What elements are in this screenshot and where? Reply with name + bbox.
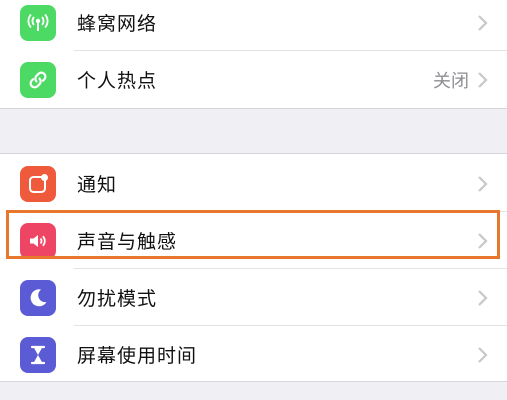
settings-row-notifications[interactable]: 通知 [0, 155, 507, 212]
chevron-right-icon [478, 232, 488, 249]
settings-row-label: 声音与触感 [77, 231, 178, 253]
settings-row-sounds-haptics[interactable]: 声音与触感 [0, 212, 507, 269]
settings-row-do-not-disturb[interactable]: 勿扰模式 [0, 269, 507, 326]
settings-row-label: 个人热点 [77, 70, 158, 92]
chevron-right-icon [478, 14, 488, 31]
settings-row-label: 屏幕使用时间 [77, 345, 198, 367]
settings-row-label: 蜂窝网络 [77, 13, 158, 35]
hourglass-icon [20, 336, 56, 373]
antenna-icon [20, 4, 56, 41]
chevron-right-icon [478, 175, 488, 192]
settings-row-hotspot[interactable]: 个人热点 关闭 [0, 51, 507, 108]
chevron-right-icon [478, 289, 488, 306]
chevron-right-icon [478, 346, 488, 363]
hotspot-status-value: 关闭 [433, 70, 469, 92]
chevron-right-icon [478, 71, 488, 88]
notifications-icon [20, 165, 56, 202]
moon-icon [20, 279, 56, 316]
settings-group-notifications: 通知 声音与触感 勿扰模式 屏幕使用时间 [0, 153, 507, 382]
settings-row-screen-time[interactable]: 屏幕使用时间 [0, 326, 507, 383]
settings-row-label: 通知 [77, 174, 118, 196]
speaker-icon [20, 222, 56, 259]
settings-group-network: 蜂窝网络 个人热点 关闭 [0, 0, 507, 109]
settings-row-label: 勿扰模式 [77, 288, 158, 310]
hotspot-link-icon [20, 61, 56, 98]
settings-row-cellular[interactable]: 蜂窝网络 [0, 0, 507, 51]
